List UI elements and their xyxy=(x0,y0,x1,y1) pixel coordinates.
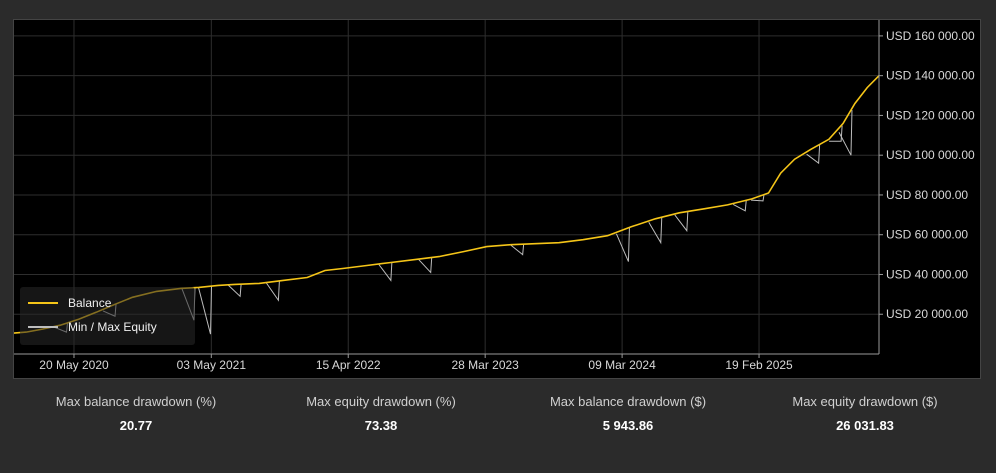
equity-excursion xyxy=(418,257,433,274)
equity-excursion xyxy=(378,262,393,282)
x-tick-label: 28 Mar 2023 xyxy=(451,358,519,372)
legend-item-balance: Balance xyxy=(28,295,111,311)
legend-item-equity: Min / Max Equity xyxy=(28,319,157,335)
equity-excursion xyxy=(838,110,853,156)
y-tick-label: USD 60 000.00 xyxy=(886,228,968,242)
x-tick-label: 09 Mar 2024 xyxy=(588,358,656,372)
x-tick-label: 20 May 2020 xyxy=(39,358,109,372)
drawdown-stats: Max balance drawdown (%) 20.77 Max equit… xyxy=(0,392,996,462)
x-tick-label: 19 Feb 2025 xyxy=(725,358,793,372)
equity-excursion xyxy=(615,227,630,262)
stat-label: Max balance drawdown (%) xyxy=(55,394,217,409)
equity-excursion xyxy=(265,281,280,302)
equity-excursion xyxy=(674,211,689,233)
chart-legend: Balance Min / Max Equity xyxy=(20,287,195,345)
y-tick-label: USD 100 000.00 xyxy=(886,148,975,162)
stat-max-equity-drawdown-pct: Max equity drawdown (%) 73.38 xyxy=(261,392,501,433)
stat-max-balance-drawdown-pct: Max balance drawdown (%) 20.77 xyxy=(16,392,256,433)
y-tick-label: USD 40 000.00 xyxy=(886,267,968,281)
equity-excursion xyxy=(510,244,525,256)
y-tick-label: USD 80 000.00 xyxy=(886,188,968,202)
y-tick-label: USD 160 000.00 xyxy=(886,29,975,43)
y-tick-label: USD 140 000.00 xyxy=(886,69,975,83)
y-tick-label: USD 120 000.00 xyxy=(886,108,975,122)
stat-value: 5 943.86 xyxy=(602,418,654,433)
stat-label: Max balance drawdown ($) xyxy=(549,394,707,409)
legend-swatch-equity xyxy=(28,326,58,328)
stat-label: Max equity drawdown (%) xyxy=(306,394,456,409)
y-tick-label: USD 20 000.00 xyxy=(886,307,968,321)
stat-value: 20.77 xyxy=(119,418,153,433)
legend-label-balance: Balance xyxy=(68,296,112,310)
equity-excursion xyxy=(198,286,213,335)
equity-excursion xyxy=(227,284,242,298)
x-tick-label: 15 Apr 2022 xyxy=(316,358,381,372)
stat-max-balance-drawdown-usd: Max balance drawdown ($) 5 943.86 xyxy=(508,392,748,433)
legend-swatch-balance xyxy=(28,302,58,304)
stat-value: 26 031.83 xyxy=(836,418,894,433)
stat-label: Max equity drawdown ($) xyxy=(792,394,938,409)
stat-max-equity-drawdown-usd: Max equity drawdown ($) 26 031.83 xyxy=(745,392,985,433)
x-tick-label: 03 May 2021 xyxy=(177,358,247,372)
legend-label-equity: Min / Max Equity xyxy=(68,320,157,334)
equity-excursion xyxy=(648,217,663,245)
stat-value: 73.38 xyxy=(364,418,398,433)
